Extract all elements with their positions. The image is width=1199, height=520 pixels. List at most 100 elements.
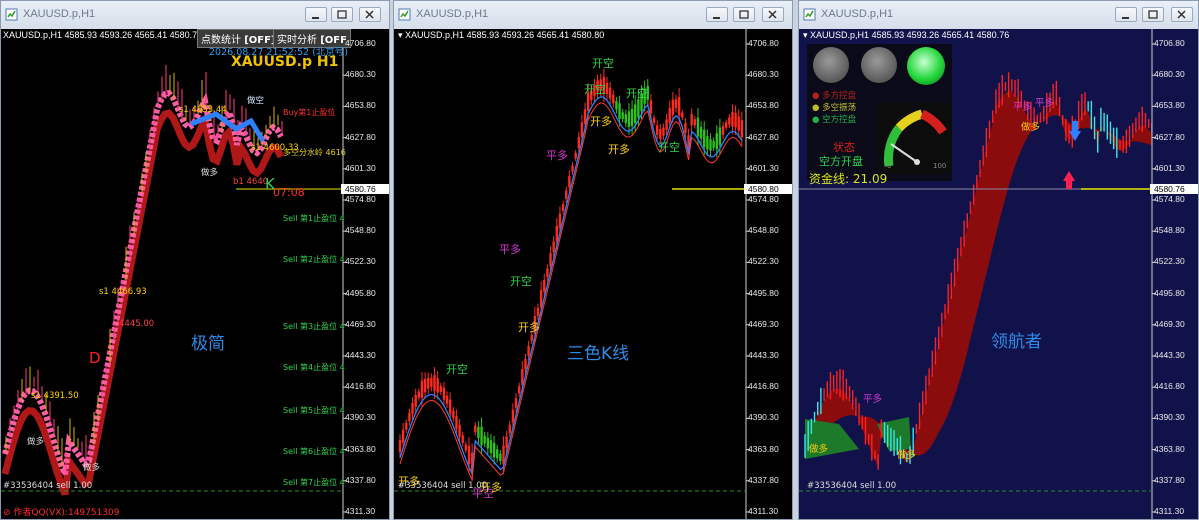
candle-body [474,425,477,433]
candle-body [724,122,728,128]
candle-body [483,435,486,444]
candle-body [448,399,452,414]
take-profit-label: Sell 第2止盈位 4 [283,255,345,264]
candle-body [668,107,671,123]
axis-tick-label: 4601.30 [1154,162,1185,173]
chart-canvas-2 [394,29,750,519]
candle-body [427,377,430,389]
trade-signal-label: 开空 [584,83,606,96]
candle-body [718,127,722,146]
window-titlebar[interactable]: XAUUSD.p,H1 [799,1,1198,29]
candle-body [433,375,436,392]
trade-signal-label: 做多 [809,444,829,455]
close-button[interactable] [1171,7,1193,22]
candle-body [405,422,408,430]
candle-body [411,402,414,415]
candle-body [699,127,703,139]
dropdown-arrow-icon: ▾ [398,30,403,40]
candle-body [401,429,405,443]
take-profit-label: Sell 第5止盈位 4 [283,406,345,415]
close-button[interactable] [762,7,784,22]
candle-body [543,279,546,292]
axis-tick-label: 4574.80 [1154,194,1185,204]
axis-tick-label: 4706.80 [345,38,376,48]
axis-tick-label: 4495.80 [1154,287,1185,298]
axis-tick-label: 4311.30 [748,506,779,516]
ema-line [399,96,743,477]
candle-body [637,99,640,118]
indicator-light-grey-2 [861,47,897,83]
window-titlebar[interactable]: XAUUSD.p,H1 [1,1,389,29]
candle-body [524,358,527,369]
candle-body [558,213,562,228]
take-profit-label: Buy第1止盈位 [283,108,336,117]
axis-tick-label: 4706.80 [1154,38,1185,48]
chart-header: ▾ XAUUSD.p,H1 4585.93 4593.26 4565.41 45… [398,30,605,40]
trade-signal-label: 开多 [518,321,540,334]
chart-window-3[interactable]: XAUUSD.p,H1 ▾ XAUUSD.p,H1 4585.93 4593.2… [798,0,1199,520]
chart-area-2[interactable]: ▾ XAUUSD.p,H1 4585.93 4593.26 4565.41 45… [394,29,792,519]
axis-tick-label: 4680.30 [1154,69,1185,80]
chart-annotation: s1 4391.50 [31,391,79,401]
axis-tick-label: 4601.30 [345,162,376,173]
candle-body [574,152,577,159]
take-profit-label: Sell 第6止盈位 4 [283,447,345,456]
minimize-button[interactable] [305,7,327,22]
window-titlebar[interactable]: XAUUSD.p,H1 [394,1,792,29]
chart-area-1[interactable]: XAUUSD.p,H1 4585.93 4593.26 4565.41 4580… [1,29,389,519]
close-button[interactable] [359,7,381,22]
candle-body [555,225,559,242]
candle-body [734,112,737,128]
legend-item-range: ● 多空振荡 [812,103,857,113]
axis-tick-label: 4522.30 [1154,256,1185,267]
chart-app-icon [5,8,18,21]
axis-tick-label: 4548.80 [748,225,779,236]
candle-body [408,412,411,422]
axis-tick-label: 4469.30 [345,318,376,329]
maximize-button[interactable] [1142,7,1164,22]
trade-signal-label: 开多 [608,143,630,156]
trade-signal-label: 开空 [592,57,614,70]
candle-body [618,103,621,119]
dropdown-arrow-icon: ▾ [803,30,808,40]
symbol-title: XAUUSD.p H1 [231,54,339,70]
axis-tick-label: 4469.30 [1154,318,1185,329]
candle-body [612,94,615,104]
axis-tick-label: 4574.80 [748,194,779,204]
axis-tick-label: 4627.80 [748,131,779,142]
window-title: XAUUSD.p,H1 [416,8,489,20]
axis-tick-label: 4416.80 [748,381,779,392]
info-icon: ⊘ [3,508,11,518]
candle-body [486,437,490,449]
candle-body [398,440,402,452]
candle-body [652,117,656,123]
chart-annotation: 4445.00 [119,319,155,329]
maximize-button[interactable] [331,7,353,22]
axis-tick-label: 4469.30 [748,318,779,329]
candle-body [458,424,461,437]
ema-line-red [399,102,743,482]
chart-window-1[interactable]: XAUUSD.p,H1 XAUUSD.p,H1 4585.93 4593.26 … [0,0,390,520]
chart-window-2[interactable]: XAUUSD.p,H1 ▾ XAUUSD.p,H1 4585.93 4593.2… [393,0,793,520]
order-line-label: #33536404 sell 1.00 [398,481,488,491]
candle-body [549,252,552,267]
candle-body [511,409,515,423]
minimize-button[interactable] [1115,7,1137,22]
candle-body [467,445,471,465]
axis-tick-label: 4311.30 [1154,506,1185,516]
take-profit-label: Sell 第3止盈位 4 [283,322,345,331]
candle-body [709,139,712,151]
legend-item-bull: ● 多方控盘 [812,91,857,101]
axis-tick-label: 4363.80 [1154,443,1185,454]
axis-tick-label: 4495.80 [748,287,779,298]
candle-body [737,116,740,131]
trade-signal-label: 开空 [510,275,532,288]
candle-body [508,424,511,434]
candle-body [731,111,734,127]
candle-body [492,442,496,458]
chart-area-3[interactable]: ▾ XAUUSD.p,H1 4585.93 4593.26 4565.41 45… [799,29,1198,519]
candle-body [436,378,439,393]
candle-body [505,436,508,448]
maximize-button[interactable] [733,7,755,22]
minimize-button[interactable] [706,7,728,22]
